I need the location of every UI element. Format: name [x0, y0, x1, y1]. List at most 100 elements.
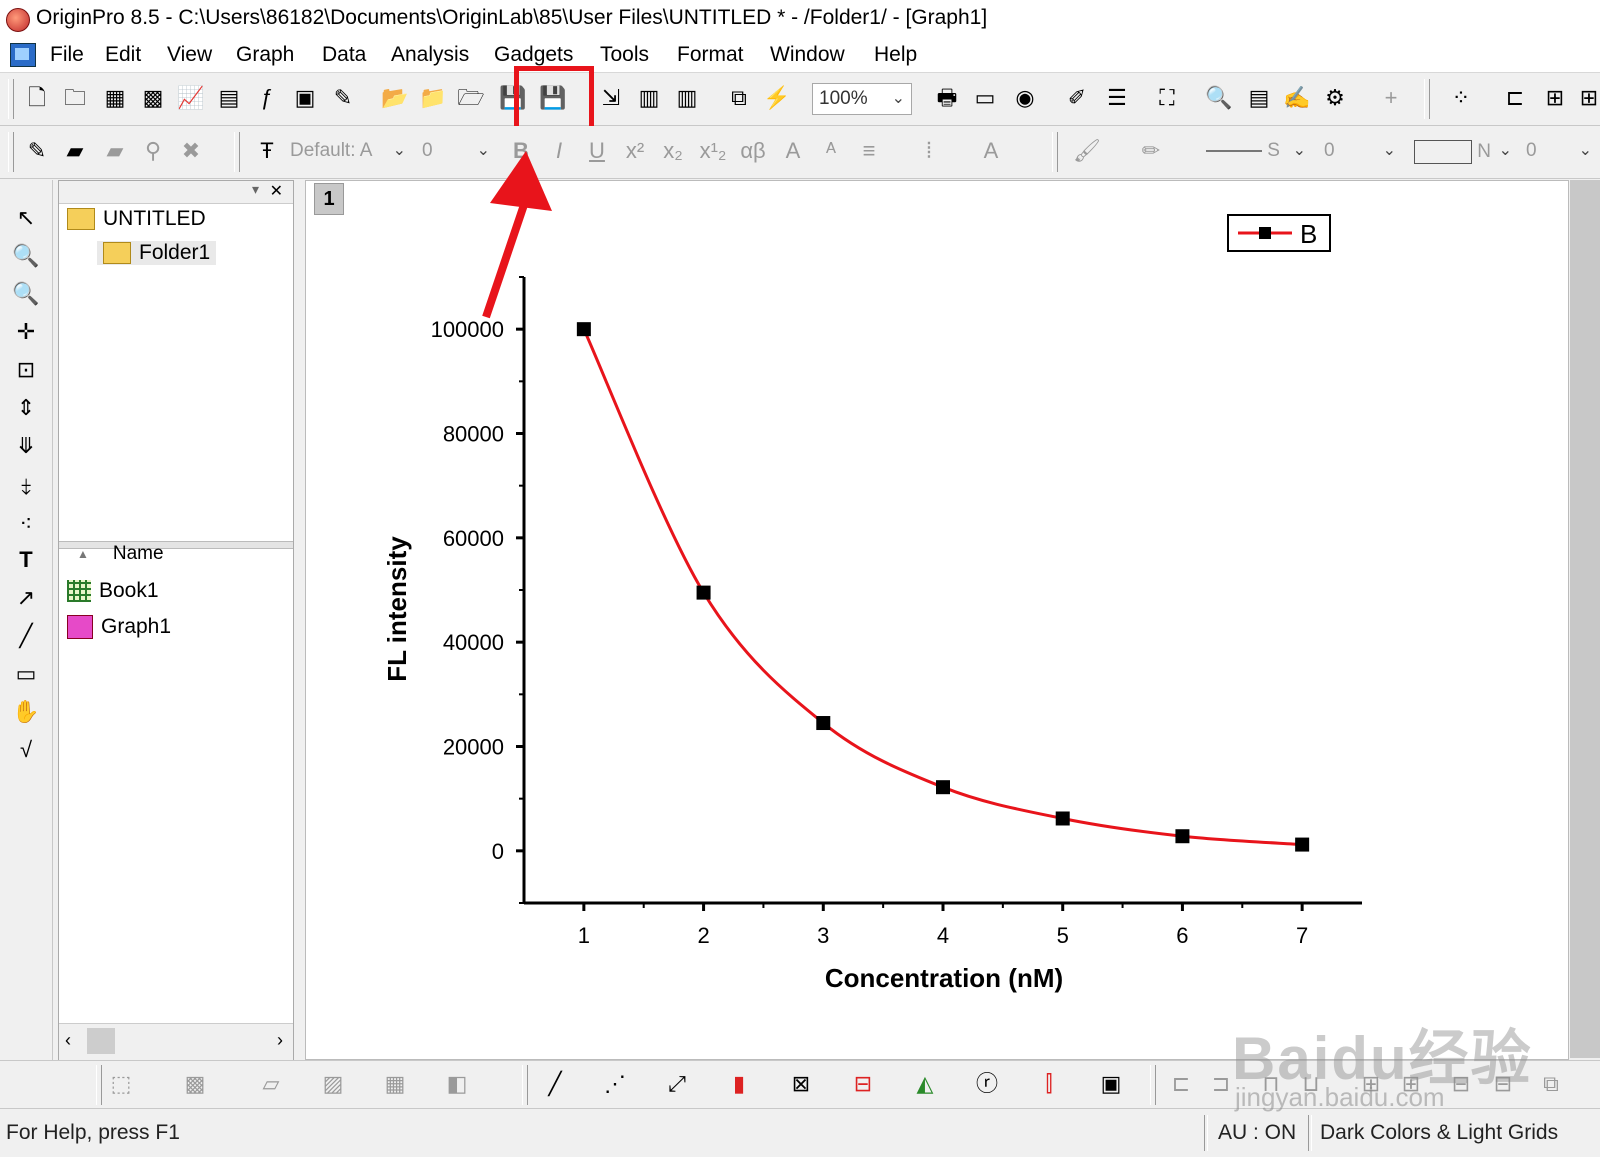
menu-gadgets[interactable]: Gadgets — [494, 43, 573, 67]
data-point[interactable] — [576, 322, 591, 337]
menu-graph[interactable]: Graph — [236, 43, 294, 67]
polar-plot-icon[interactable]: ⓡ — [972, 1069, 1002, 1099]
3d-surface-icon[interactable]: ▱ — [256, 1069, 286, 1099]
scatter-plot-icon[interactable]: ⋰ — [600, 1069, 630, 1099]
export-page-icon[interactable]: ◉ — [1010, 83, 1040, 113]
pin-disabled-icon[interactable]: ⚲ — [138, 136, 168, 166]
image-plot-icon[interactable]: ◧ — [442, 1069, 472, 1099]
zoom-out-icon[interactable]: 🔍 — [10, 278, 42, 310]
automation-icon[interactable]: ⚙ — [1320, 83, 1350, 113]
font-name-combo[interactable]: Default: A ⌄ — [284, 136, 412, 168]
results-icon[interactable]: 🔍 — [1204, 83, 1234, 113]
data-point[interactable] — [936, 780, 950, 795]
tree-root[interactable]: UNTITLED — [67, 207, 206, 231]
new-folder-icon[interactable]: 🗀 — [60, 83, 90, 113]
new-graph-icon[interactable]: 📈 — [176, 83, 206, 113]
dropdown-icon[interactable]: ▾ — [252, 181, 259, 198]
new-project-icon[interactable]: 🗋 — [22, 83, 52, 113]
data-point[interactable] — [1295, 837, 1310, 852]
draw-data-icon[interactable]: ⤋ — [10, 430, 42, 462]
toolbar-grip[interactable] — [8, 79, 14, 119]
layout-single-icon[interactable]: ⊏ — [1500, 83, 1530, 113]
new-workbook-icon[interactable]: ▦ — [100, 83, 130, 113]
rectangle-tool-icon[interactable]: ▭ — [10, 658, 42, 690]
project-explorer-icon[interactable]: ⛶ — [1152, 83, 1182, 113]
menu-edit[interactable]: Edit — [105, 43, 141, 67]
toolbar-grip[interactable] — [234, 132, 240, 172]
arrow-tool-icon[interactable]: ↗ — [10, 582, 42, 614]
layout-multi-icon[interactable]: ⊞ — [1574, 83, 1600, 113]
superscript-icon[interactable]: x² — [620, 136, 650, 166]
list-item[interactable]: Book1 — [67, 579, 159, 603]
3d-bars-icon[interactable]: ▩ — [180, 1069, 210, 1099]
name-column-header[interactable]: ▲ Name — [77, 543, 164, 565]
horizontal-scrollbar[interactable]: ‹ › — [59, 1023, 293, 1060]
series-line[interactable] — [582, 328, 1303, 847]
scroll-right-icon[interactable]: › — [277, 1030, 283, 1051]
pattern-combo[interactable]: N ⌄ — [1408, 136, 1518, 168]
scroll-thumb[interactable] — [87, 1028, 115, 1054]
greek-icon[interactable]: αβ — [738, 136, 768, 166]
delete-disabled-icon[interactable]: ✖ — [176, 136, 206, 166]
text-tool-icon[interactable]: T — [10, 544, 42, 576]
font-color-icon[interactable]: A — [976, 136, 1006, 166]
menu-format[interactable]: Format — [677, 43, 744, 67]
toolbar-grip[interactable] — [8, 132, 14, 172]
menu-data[interactable]: Data — [322, 43, 366, 67]
data-point[interactable] — [696, 585, 711, 600]
add-column-icon[interactable]: + — [1376, 83, 1406, 113]
new-function-icon[interactable]: ƒ — [252, 83, 282, 113]
data-point[interactable] — [1175, 829, 1190, 844]
results-log-icon[interactable]: ☰ — [1102, 83, 1132, 113]
graph-window-icon[interactable] — [10, 43, 36, 67]
toolbar-grip[interactable] — [522, 1065, 528, 1105]
stock-plot-icon[interactable]: ⫿ — [1034, 1069, 1064, 1099]
contour-icon[interactable]: ▦ — [380, 1069, 410, 1099]
hand-tool-icon[interactable]: ✋ — [10, 696, 42, 728]
data-point[interactable] — [816, 716, 831, 731]
screen-reader-icon[interactable]: ✛ — [10, 316, 42, 348]
origin-app-icon[interactable] — [6, 8, 30, 32]
align-left-icon[interactable]: ⊏ — [1166, 1069, 1196, 1099]
equation-tool-icon[interactable]: √ — [10, 734, 42, 766]
import-single-ascii-icon[interactable]: ▥ — [634, 83, 664, 113]
recalculate-icon[interactable]: ⚡ — [762, 83, 792, 113]
toolbar-grip[interactable] — [96, 1065, 102, 1105]
line-width-combo[interactable]: 0 ⌄ — [1318, 136, 1402, 168]
mask-points-icon[interactable]: ⤈ — [10, 470, 42, 502]
increase-font-icon[interactable]: A — [778, 136, 808, 166]
toolbar-grip[interactable] — [1424, 79, 1430, 119]
layout-grid-icon[interactable]: ⊞ — [1540, 83, 1570, 113]
new-excel-icon[interactable]: ▩ — [138, 83, 168, 113]
layer-icon[interactable]: ▰ — [60, 136, 90, 166]
scatter-matrix-icon[interactable]: ⁘ — [1446, 83, 1476, 113]
scatter-points-icon[interactable]: ⁖ — [10, 508, 42, 540]
slideshow-icon[interactable]: ▭ — [970, 83, 1000, 113]
zoom-combo[interactable]: 100% ⌄ — [812, 83, 912, 115]
column-plot-icon[interactable]: ▮ — [724, 1069, 754, 1099]
new-notes-icon[interactable]: ✎ — [328, 83, 358, 113]
menu-file[interactable]: File — [50, 43, 84, 67]
toolbar-grip[interactable] — [1150, 1065, 1156, 1105]
menu-view[interactable]: View — [167, 43, 212, 67]
fill-color-icon[interactable]: 🖌 — [1072, 136, 1102, 166]
pointer-icon[interactable]: ↖ — [10, 202, 42, 234]
line-plot-icon[interactable]: ╱ — [540, 1069, 570, 1099]
subscript-icon[interactable]: x₂ — [658, 136, 688, 166]
data-reader-icon[interactable]: ⊡ — [10, 354, 42, 386]
duplicate-icon[interactable]: ⧉ — [724, 83, 754, 113]
menu-window[interactable]: Window — [770, 43, 845, 67]
print-icon[interactable]: 🖶 — [932, 83, 962, 113]
pattern-icon[interactable]: ⦙ — [914, 136, 944, 166]
layer-disabled-icon[interactable]: ▰ — [100, 136, 130, 166]
supersubscript-icon[interactable]: x¹₂ — [698, 136, 728, 166]
menu-analysis[interactable]: Analysis — [391, 43, 469, 67]
data-point[interactable] — [1055, 811, 1070, 826]
tool-icon[interactable]: ✎ — [22, 136, 52, 166]
legend[interactable]: B — [1227, 214, 1331, 252]
template-library-icon[interactable]: ▣ — [1096, 1069, 1126, 1099]
import-wizard-icon[interactable]: ⇲ — [596, 83, 626, 113]
decrease-font-icon[interactable]: ᴬ — [816, 136, 846, 166]
open-template-icon[interactable]: 📁 — [418, 83, 448, 113]
open-icon[interactable]: 📂 — [380, 83, 410, 113]
